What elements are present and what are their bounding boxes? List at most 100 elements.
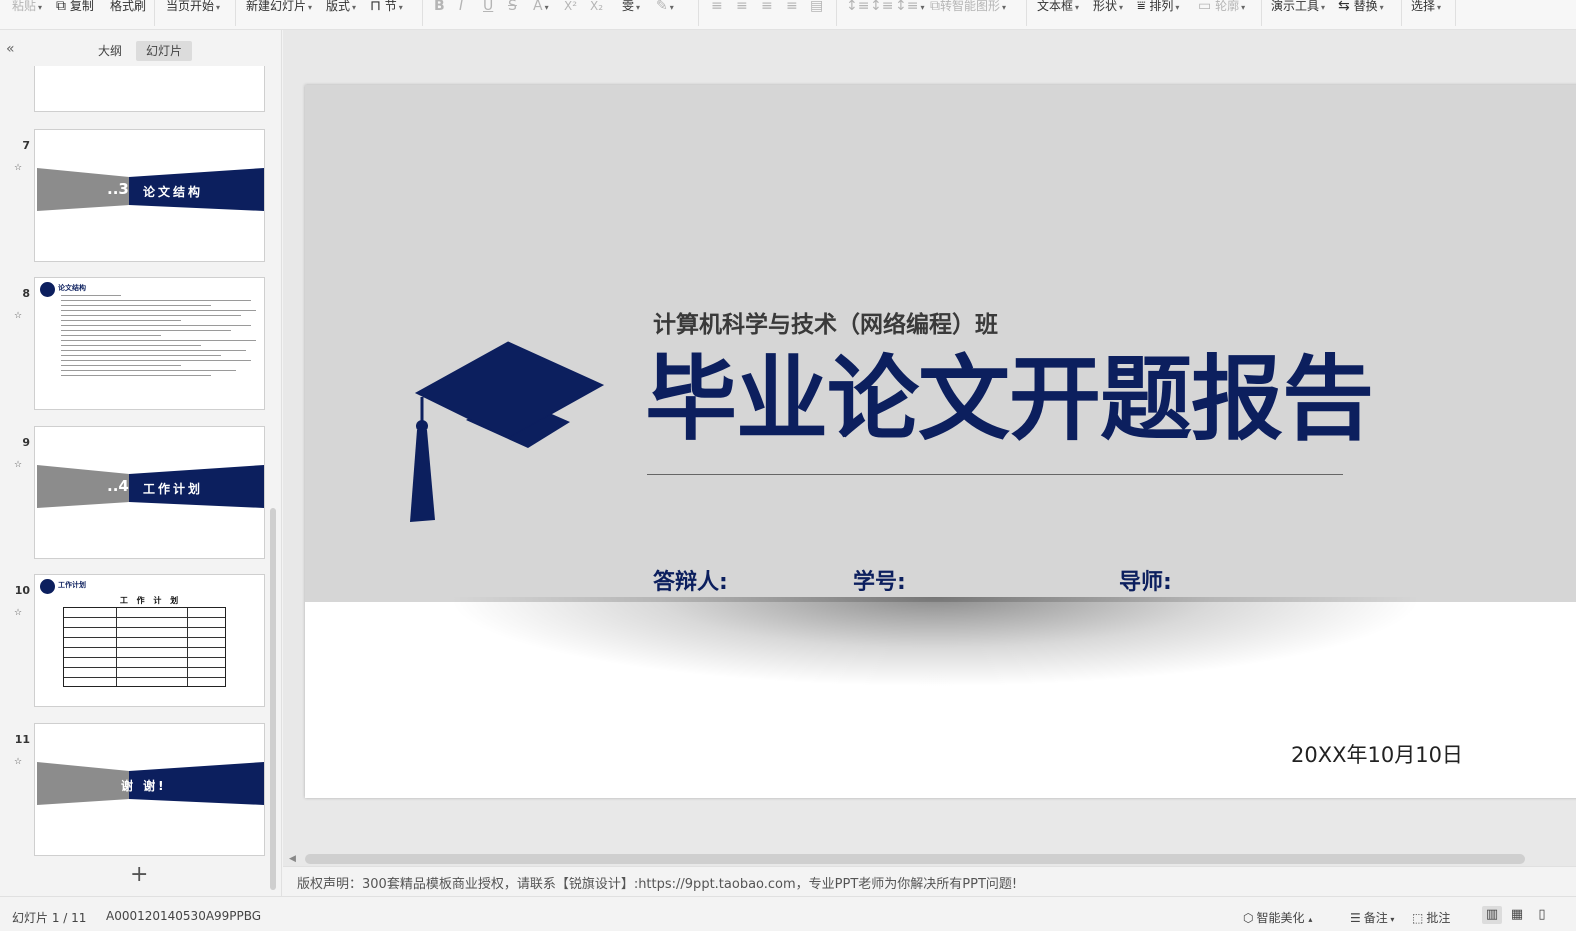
distribute-icon[interactable]: ▤ xyxy=(810,0,823,16)
chevron-down-icon: ▾ xyxy=(920,3,925,12)
line-spacing-icon[interactable]: ↕≡ xyxy=(846,0,869,16)
font-color-label: A xyxy=(533,0,543,14)
slide-title[interactable]: 毕业论文开题报告 xyxy=(645,345,1374,455)
replace-button[interactable]: ⇆ 替换 ▾ xyxy=(1338,0,1384,16)
outline-icon: ▭ xyxy=(1198,0,1212,14)
chevron-down-icon: ▾ xyxy=(1075,3,1080,12)
toolbar-divider xyxy=(422,0,423,26)
copy-button[interactable]: ⧉ 复制 xyxy=(56,0,94,16)
slide-thumbnail[interactable] xyxy=(34,66,265,112)
toolbar-divider xyxy=(1401,0,1402,26)
defender-field[interactable]: 答辩人: xyxy=(653,564,728,596)
chevron-up-icon: ▴ xyxy=(1308,915,1313,924)
graduation-cap-icon xyxy=(410,341,605,522)
textbox-button[interactable]: 文本框 ▾ xyxy=(1037,0,1079,16)
chevron-down-icon: ▾ xyxy=(1379,3,1384,12)
slide-thumbnail[interactable]: ..4 工作计划 xyxy=(34,426,265,559)
tab-slides[interactable]: 幻灯片 xyxy=(136,41,193,61)
slide-sorter-view-icon[interactable]: ▦ xyxy=(1507,906,1527,924)
thumbnail-scrollbar[interactable] xyxy=(270,508,276,890)
new-slide-label: 新建幻灯片 xyxy=(246,0,307,13)
shape-button[interactable]: 形状 ▾ xyxy=(1093,0,1123,16)
chevron-down-icon: ▾ xyxy=(1241,3,1246,12)
align-left-icon[interactable]: ≡ xyxy=(711,0,723,16)
strikethrough-button[interactable]: S xyxy=(508,0,517,16)
layout-label: 版式 xyxy=(326,0,351,13)
chevron-down-icon: ▾ xyxy=(1119,3,1124,12)
slide-thumbnail[interactable]: 论文结构 xyxy=(34,277,265,410)
subscript-button[interactable]: X₂ xyxy=(590,0,603,16)
arrange-button[interactable]: ⩸ 排列 ▾ xyxy=(1137,0,1179,16)
section-number: ..4 xyxy=(107,477,129,495)
animation-star-icon: ☆ xyxy=(14,608,23,618)
section-button[interactable]: ⊓ 节 ▾ xyxy=(370,0,403,16)
replace-label: 替换 xyxy=(1353,0,1378,13)
slide-thumbnail-panel: « 大纲 幻灯片 7 ☆ ..3 论文结构 8 ☆ 论文结构 9 ☆ ..4 工… xyxy=(0,30,282,896)
scroll-left-icon[interactable]: ◀ xyxy=(289,852,296,866)
start-from-current-button[interactable]: 当页开始 ▾ xyxy=(166,0,220,16)
layout-button[interactable]: 版式 ▾ xyxy=(326,0,356,16)
bold-button[interactable]: B xyxy=(434,0,445,16)
notes-toggle-label: 备注 xyxy=(1363,911,1388,925)
slide-subtitle[interactable]: 计算机科学与技术（网络编程）班 xyxy=(653,305,998,339)
superscript-button[interactable]: X² xyxy=(564,0,577,16)
underline-button[interactable]: U xyxy=(483,0,493,16)
notes-text[interactable]: 版权声明：300套精品模板商业授权，请联系【锐旗设计】:https://9ppt… xyxy=(297,873,1017,892)
font-color-button[interactable]: A ▾ xyxy=(533,0,549,16)
slide-thumbnail[interactable]: ..3 论文结构 xyxy=(34,129,265,262)
toolbar-divider xyxy=(235,0,236,26)
horizontal-scrollbar[interactable]: ◀ xyxy=(283,852,1576,866)
to-smart-art-button[interactable]: ⧉转智能图形 ▾ xyxy=(930,0,1006,16)
chevron-down-icon: ▾ xyxy=(1437,3,1442,12)
add-slide-button[interactable]: + xyxy=(130,864,148,886)
tab-outline[interactable]: 大纲 xyxy=(88,41,132,61)
comments-button[interactable]: ⬚ 批注 xyxy=(1412,909,1450,926)
heading-dot xyxy=(40,579,55,594)
notes-toggle-button[interactable]: ☰ 备注 ▾ xyxy=(1350,909,1394,926)
slide-date[interactable]: 20XX年10月10日 xyxy=(1291,739,1463,769)
format-painter-button[interactable]: 格式刷 xyxy=(110,0,146,16)
toolbar-divider xyxy=(1261,0,1262,26)
normal-view-icon[interactable]: ▥ xyxy=(1482,906,1502,924)
chevron-down-icon: ▾ xyxy=(1002,3,1007,12)
arrange-label: 排列 xyxy=(1149,0,1174,13)
smart-art-icon: ⧉ xyxy=(930,0,940,14)
slide-thumbnail[interactable]: 谢 谢! xyxy=(34,723,265,856)
paste-button[interactable]: 粘贴 ▾ xyxy=(12,0,42,16)
smart-beautify-button[interactable]: ⬡ 智能美化 ▴ xyxy=(1243,909,1312,926)
reading-view-icon[interactable]: ▯ xyxy=(1532,906,1552,924)
slide-number: 8 xyxy=(22,287,30,300)
presentation-tools-label: 演示工具 xyxy=(1271,0,1320,13)
horizontal-scroll-thumb[interactable] xyxy=(305,854,1525,864)
paste-label: 粘贴 xyxy=(12,0,37,13)
new-slide-button[interactable]: 新建幻灯片 ▾ xyxy=(246,0,312,16)
justify-icon[interactable]: ≡ xyxy=(786,0,798,16)
notes-pane[interactable]: 版权声明：300套精品模板商业授权，请联系【锐旗设计】:https://9ppt… xyxy=(283,866,1576,896)
align-right-icon[interactable]: ≡ xyxy=(761,0,773,16)
chevron-down-icon: ▾ xyxy=(1387,915,1395,924)
chevron-down-icon: ▾ xyxy=(216,3,221,12)
presentation-tools-button[interactable]: 演示工具 ▾ xyxy=(1271,0,1325,16)
comments-label: 批注 xyxy=(1426,911,1451,925)
outline-label: 轮廓 xyxy=(1215,0,1240,13)
italic-button[interactable]: I xyxy=(459,0,463,16)
chevron-down-icon: ▾ xyxy=(308,3,313,12)
student-id-field[interactable]: 学号: xyxy=(853,564,906,596)
phonetic-guide-button[interactable]: 雯 ▾ xyxy=(622,0,640,16)
slide-thumbnail[interactable]: 工作计划 工 作 计 划 xyxy=(34,574,265,707)
notes-icon: ☰ xyxy=(1350,911,1361,925)
paragraph-spacing-icon[interactable]: ↕≡ xyxy=(870,0,893,16)
thumbnail-list: 7 ☆ ..3 论文结构 8 ☆ 论文结构 9 ☆ ..4 工作计划 10 ☆ … xyxy=(0,66,282,866)
select-button[interactable]: 选择 ▾ xyxy=(1411,0,1441,16)
align-center-icon[interactable]: ≡ xyxy=(736,0,748,16)
outline-button[interactable]: ▭ 轮廓 ▾ xyxy=(1198,0,1245,16)
section-number: ..3 xyxy=(107,180,129,198)
indent-button[interactable]: ↕≡ ▾ xyxy=(895,0,924,16)
slide-canvas[interactable]: 计算机科学与技术（网络编程）班 毕业论文开题报告 答辩人: 学号: 导师: 20… xyxy=(305,85,1576,798)
shape-label: 形状 xyxy=(1093,0,1118,13)
chevron-down-icon: ▾ xyxy=(38,3,43,12)
slide-counter: 幻灯片 1 / 11 xyxy=(12,911,87,925)
advisor-field[interactable]: 导师: xyxy=(1119,564,1172,596)
collapse-panel-icon[interactable]: « xyxy=(6,42,15,56)
clear-format-button[interactable]: ✎ ▾ xyxy=(656,0,674,16)
